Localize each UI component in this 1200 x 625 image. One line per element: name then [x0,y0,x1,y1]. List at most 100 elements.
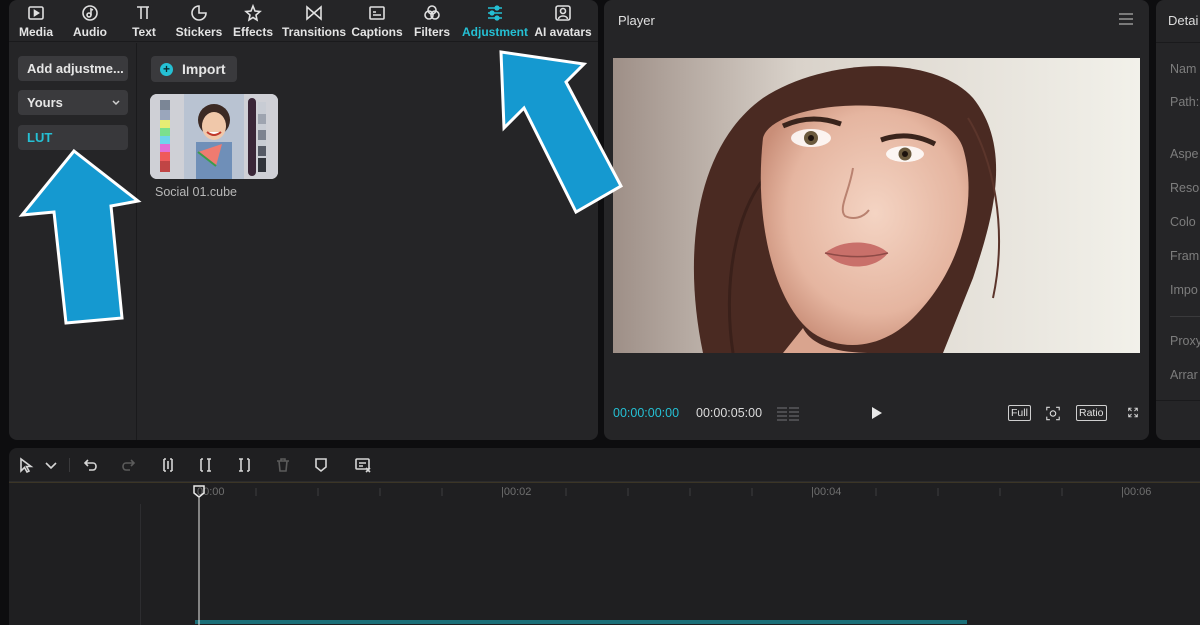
player-panel: Player 00:00:00:00 00:00:05:00 Full Rati… [604,0,1149,440]
add-adjustment-label: Add adjustme... [27,61,124,76]
tab-text[interactable]: Text [117,0,171,42]
split-button[interactable] [160,457,176,473]
detail-path-label: Path: [1170,95,1200,109]
tab-transitions[interactable]: Transitions [279,0,349,42]
tab-ai-avatars-label: AI avatars [534,25,592,39]
import-label: Import [182,61,226,77]
tab-stickers[interactable]: Stickers [171,0,227,42]
detail-proxy-label: Proxy [1170,334,1200,348]
playhead[interactable] [189,484,205,625]
app-window: Media Audio Text Stickers Effects Transi… [0,0,1200,625]
tab-media[interactable]: Media [9,0,63,42]
lut-file-name: Social 01.cube [155,185,238,199]
timeline-toolbar [9,448,1200,482]
import-button[interactable]: + Import [151,56,237,82]
tab-audio[interactable]: Audio [63,0,117,42]
media-icon [28,6,44,20]
tick-label: |00:02 [501,486,532,498]
undo-icon [83,459,97,471]
total-timecode: 00:00:05:00 [696,406,763,420]
split-icon [163,458,173,472]
detail-import-label: Impo [1170,283,1198,297]
top-tab-bar: Media Audio Text Stickers Effects Transi… [9,0,598,42]
current-timecode: 00:00:00:00 [613,406,680,420]
tab-adjustment-label: Adjustment [462,25,528,39]
marker-icon [315,458,327,473]
lut-preview-image [150,94,278,179]
plus-icon: + [160,62,173,76]
stickers-icon [191,5,207,21]
tab-ai-avatars[interactable]: AI avatars [531,0,595,42]
redo-icon [122,459,136,471]
cursor-icon [20,457,34,474]
split-right-button[interactable] [236,457,252,473]
effects-icon [244,4,262,22]
tab-adjustment[interactable]: Adjustment [459,0,531,42]
detail-arrange-label: Arrar [1170,368,1198,382]
yours-label: Yours [27,95,63,110]
tab-transitions-label: Transitions [281,25,346,39]
ratio-label: Ratio [1079,407,1104,419]
detail-name-label: Nam [1170,62,1197,76]
details-panel: Detai Nam Path: Aspe Reso Colo Fram Impo… [1156,0,1200,440]
video-clip[interactable] [195,620,967,624]
zoom-fit-icon[interactable] [1044,404,1062,422]
transitions-icon [306,5,322,21]
full-label: Full [1011,407,1028,419]
tab-captions[interactable]: Captions [349,0,405,42]
text-icon [137,6,149,19]
trim-right-icon [239,458,250,472]
tab-stickers-label: Stickers [175,25,223,39]
details-title: Detai [1168,13,1199,28]
frame-grid-icon[interactable] [777,407,799,421]
tick-label: |00:04 [811,486,842,498]
tab-text-label: Text [132,25,156,39]
captions-icon [369,6,385,20]
timeline-panel: 00:00 |00:02 |00:04 |00:06 [9,448,1200,625]
redo-button[interactable] [120,457,136,473]
add-adjustment-button[interactable]: Add adjustme... [18,56,128,81]
tab-media-label: Media [18,25,53,39]
detail-frame-label: Fram [1170,249,1200,263]
captions-edit-button[interactable] [354,457,372,473]
full-quality-button[interactable]: Full [1008,405,1031,421]
undo-button[interactable] [83,457,99,473]
trim-left-icon [200,458,211,472]
tab-effects[interactable]: Effects [227,0,279,42]
tab-audio-label: Audio [73,25,107,39]
tab-filters[interactable]: Filters [405,0,459,42]
tick-label: |00:06 [1121,486,1152,498]
chevron-down-icon [112,99,120,105]
lut-thumbnail[interactable] [150,94,278,179]
tab-captions-label: Captions [351,25,403,39]
ai-avatars-icon [555,5,571,21]
detail-color-label: Colo [1170,215,1196,229]
audio-icon [82,5,98,21]
ruler-ticks [9,482,1200,496]
track-area[interactable] [140,504,1200,625]
player-title: Player [618,13,655,28]
split-left-button[interactable] [198,457,214,473]
yours-dropdown[interactable]: Yours [18,90,128,115]
sidebar-item-lut[interactable]: LUT [18,125,128,150]
portrait-image [613,58,1140,353]
marker-button[interactable] [313,457,329,473]
select-tool-button[interactable] [18,457,34,474]
trash-icon [277,458,289,472]
video-preview [613,58,1140,353]
media-panel: Media Audio Text Stickers Effects Transi… [9,0,598,440]
menu-icon[interactable] [1119,13,1133,25]
fullscreen-icon[interactable] [1126,405,1140,419]
delete-button[interactable] [275,457,291,473]
detail-aspect-label: Aspe [1170,147,1199,161]
detail-resolution-label: Reso [1170,181,1200,195]
filters-icon [424,5,440,20]
timeline-ruler[interactable]: 00:00 |00:02 |00:04 |00:06 [9,482,1200,504]
ratio-button[interactable]: Ratio [1076,405,1107,421]
lut-label: LUT [27,130,53,145]
tab-effects-label: Effects [232,25,273,39]
adjustment-icon [488,5,502,21]
select-tool-dropdown[interactable] [43,457,57,473]
play-icon[interactable] [870,405,884,421]
tab-filters-label: Filters [413,25,450,39]
